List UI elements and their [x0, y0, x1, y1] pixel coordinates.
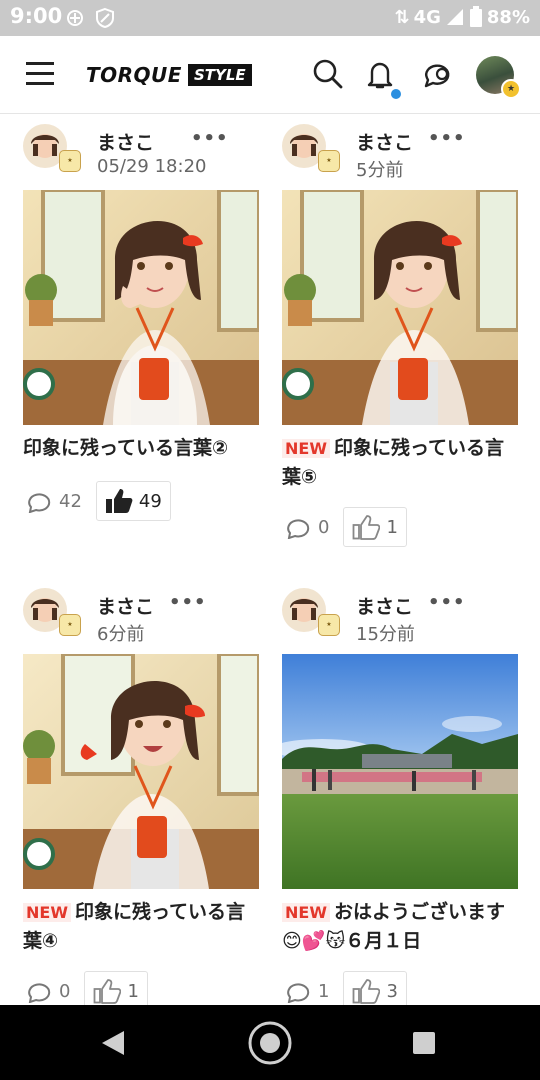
- like-count: 1: [386, 516, 398, 538]
- author-name[interactable]: まさこ: [356, 592, 413, 619]
- thumbs-up-icon: [353, 515, 381, 540]
- like-count: 49: [138, 490, 162, 512]
- thumbs-up-icon: [94, 979, 122, 1004]
- logo-sub-text: STYLE: [187, 64, 252, 86]
- logo-main-text: TORQUE: [86, 63, 182, 87]
- post-title-text: 印象に残っている言葉②: [23, 437, 229, 459]
- post-actions: 0 1: [282, 507, 407, 547]
- like-count: 1: [127, 980, 139, 1002]
- more-options-icon[interactable]: •••: [428, 592, 466, 613]
- status-time: 9:00: [10, 4, 63, 28]
- search-icon[interactable]: [312, 58, 344, 90]
- post-thumbnail[interactable]: [23, 654, 259, 889]
- new-badge: NEW: [23, 903, 71, 922]
- status-right-cluster: ⇅ 4G 88%: [394, 6, 530, 28]
- post-time: 5分前: [356, 160, 404, 181]
- comment-button[interactable]: 0: [23, 979, 76, 1003]
- post-card[interactable]: ★ まさこ ••• 5分前 NEW 印象に残っている言葉⑤ 0 1: [282, 124, 518, 547]
- like-button[interactable]: 49: [95, 481, 171, 521]
- post-thumbnail[interactable]: [282, 654, 518, 889]
- status-bar: 9:00 ⇅ 4G 88%: [0, 0, 540, 36]
- author-badge-icon: ★: [318, 150, 340, 172]
- signal-icon: [446, 9, 463, 25]
- thumbs-up-filled-icon: [105, 489, 133, 513]
- post-title[interactable]: NEW おはようございます😊💕😽６月１日: [282, 898, 522, 955]
- comment-button[interactable]: 1: [282, 979, 335, 1003]
- post-time: 05/29 18:20: [97, 156, 207, 177]
- comment-icon: [287, 519, 310, 539]
- battery-percent: 88%: [486, 6, 530, 28]
- thumbs-up-icon: [353, 979, 381, 1004]
- comment-count: 0: [318, 516, 330, 538]
- network-type: 4G: [413, 6, 441, 28]
- author-name[interactable]: まさこ: [97, 592, 154, 619]
- more-options-icon[interactable]: •••: [191, 128, 229, 149]
- more-options-icon[interactable]: •••: [169, 592, 207, 613]
- author-badge-icon: ★: [318, 614, 340, 636]
- post-header: ★ まさこ ••• 15分前: [282, 588, 518, 654]
- comment-icon: [28, 983, 51, 1003]
- comment-count: 0: [59, 980, 71, 1002]
- user-rank-badge: ★: [501, 79, 521, 99]
- post-header: ★ まさこ ••• 6分前: [23, 588, 259, 654]
- post-card[interactable]: ★ まさこ ••• 6分前 NEW 印象に残っている言葉④ 0 1: [23, 588, 259, 1011]
- more-options-icon[interactable]: •••: [428, 128, 466, 149]
- post-thumbnail[interactable]: [282, 190, 518, 425]
- post-card[interactable]: ★ まさこ ••• 05/29 18:20 印象に残っている言葉② 42 49: [23, 124, 259, 521]
- app-header: TORQUE STYLE ★: [0, 36, 540, 114]
- comment-icon: [287, 983, 310, 1003]
- home-icon[interactable]: [246, 1019, 294, 1067]
- wifi-arrows-icon: ⇅: [394, 6, 410, 28]
- shield-icon: [96, 7, 114, 29]
- new-badge: NEW: [282, 903, 330, 922]
- post-card[interactable]: ★ まさこ ••• 15分前 NEW おはようございます😊💕😽６月１日 1 3: [282, 588, 518, 1011]
- recents-icon[interactable]: [412, 1031, 436, 1055]
- comment-icon: [28, 493, 51, 513]
- post-title[interactable]: 印象に残っている言葉②: [23, 434, 263, 462]
- author-name[interactable]: まさこ: [356, 128, 413, 155]
- bell-icon[interactable]: [364, 58, 396, 90]
- menu-icon[interactable]: [26, 62, 54, 86]
- comment-button[interactable]: 42: [23, 489, 88, 513]
- like-count: 3: [386, 980, 398, 1002]
- comment-count: 1: [318, 980, 330, 1002]
- post-title[interactable]: NEW 印象に残っている言葉⑤: [282, 434, 522, 491]
- post-time: 6分前: [97, 624, 145, 645]
- post-actions: 42 49: [23, 481, 171, 521]
- system-nav-bar: [0, 1005, 540, 1080]
- post-header: ★ まさこ ••• 5分前: [282, 124, 518, 190]
- data-saver-icon: [67, 10, 83, 26]
- new-badge: NEW: [282, 439, 330, 458]
- torque-style-logo[interactable]: TORQUE STYLE: [86, 62, 252, 88]
- author-badge-icon: ★: [59, 150, 81, 172]
- comment-count: 42: [59, 490, 82, 512]
- author-badge-icon: ★: [59, 614, 81, 636]
- back-icon[interactable]: [100, 1029, 126, 1057]
- like-button[interactable]: 1: [343, 507, 407, 547]
- post-time: 15分前: [356, 624, 415, 645]
- post-thumbnail[interactable]: [23, 190, 259, 425]
- author-name[interactable]: まさこ: [97, 128, 154, 155]
- notification-dot: [391, 89, 401, 99]
- post-title[interactable]: NEW 印象に残っている言葉④: [23, 898, 263, 955]
- battery-icon: [469, 6, 482, 27]
- post-header: ★ まさこ ••• 05/29 18:20: [23, 124, 259, 190]
- comment-button[interactable]: 0: [282, 515, 335, 539]
- chat-icon[interactable]: [421, 58, 453, 90]
